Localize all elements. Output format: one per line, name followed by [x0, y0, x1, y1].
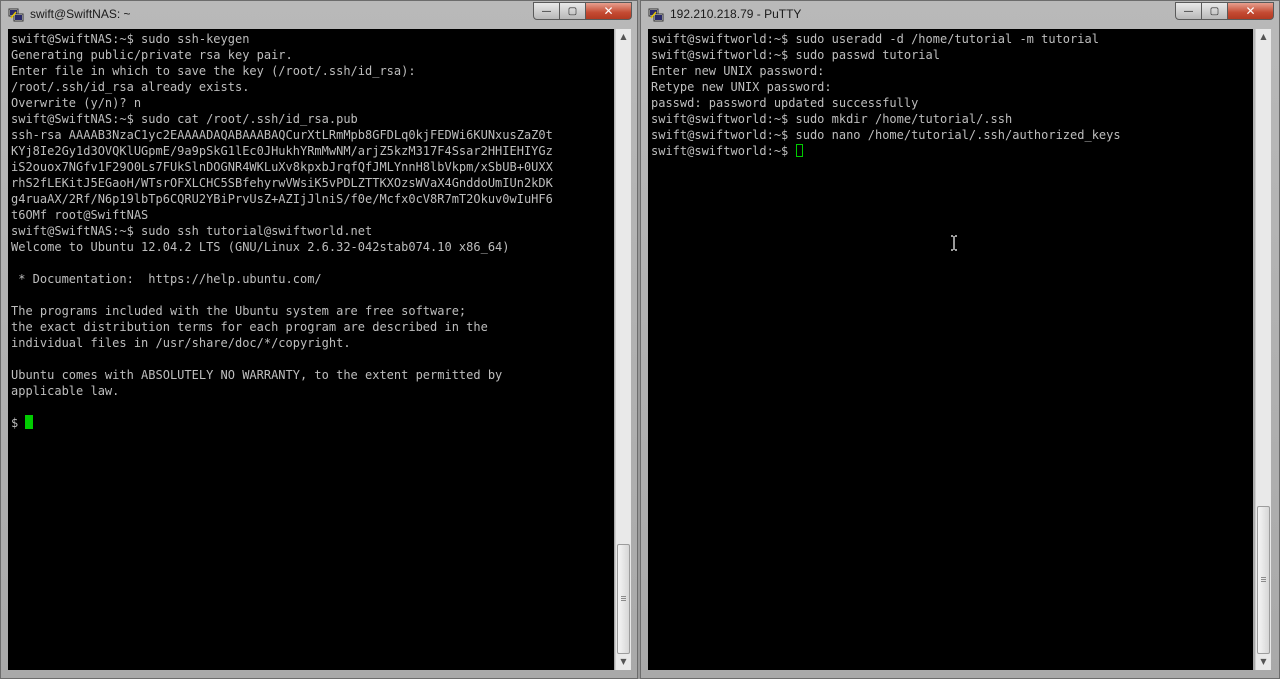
window-title: 192.210.218.79 - PuTTY	[670, 7, 802, 21]
terminal-line: Ubuntu comes with ABSOLUTELY NO WARRANTY…	[11, 368, 503, 382]
terminal-line: the exact distribution terms for each pr…	[11, 320, 488, 334]
terminal-line: Overwrite (y/n)? n	[11, 96, 142, 110]
putty-icon	[648, 8, 664, 22]
terminal-cursor	[25, 415, 34, 429]
putty-icon	[8, 8, 24, 22]
terminal-line: passwd: password updated successfully	[651, 96, 919, 110]
window-title: swift@SwiftNAS: ~	[30, 7, 131, 21]
title-bar[interactable]: swift@SwiftNAS: ~ — ▢ ✕	[1, 1, 637, 28]
grip-icon	[621, 596, 626, 602]
title-bar[interactable]: 192.210.218.79 - PuTTY — ▢ ✕	[641, 1, 1279, 28]
scroll-up-arrow-icon[interactable]: ▲	[1256, 29, 1271, 45]
maximize-button[interactable]: ▢	[1202, 2, 1228, 20]
terminal-line: swift@swiftworld:~$ sudo nano /home/tuto…	[651, 128, 1121, 142]
terminal-line: Generating public/private rsa key pair.	[11, 48, 293, 62]
terminal-area[interactable]: swift@swiftworld:~$ sudo useradd -d /hom…	[648, 29, 1253, 670]
terminal-prompt-line[interactable]: $	[11, 415, 614, 431]
minimize-button[interactable]: —	[1175, 2, 1202, 20]
terminal-line: iS2ouox7NGfv1F29O0Ls7FUkSlnDOGNR4WKLuXv8…	[11, 160, 553, 174]
terminal-line: swift@SwiftNAS:~$ sudo ssh tutorial@swif…	[11, 224, 373, 238]
minimize-button[interactable]: —	[533, 2, 560, 20]
terminal-line: g4ruaAX/2Rf/N6p19lbTp6CQRU2YBiPrvUsZ+AZI…	[11, 192, 553, 206]
window-controls: — ▢ ✕	[1175, 2, 1274, 20]
terminal-line: ssh-rsa AAAAB3NzaC1yc2EAAAADAQABAAABAQCu…	[11, 128, 553, 142]
terminal-line: swift@swiftworld:~$ sudo mkdir /home/tut…	[651, 112, 1013, 126]
scrollbar-thumb[interactable]	[1257, 506, 1270, 654]
terminal-line: * Documentation: https://help.ubuntu.com…	[11, 272, 322, 286]
grip-icon	[1261, 577, 1266, 583]
terminal-line: Welcome to Ubuntu 12.04.2 LTS (GNU/Linux…	[11, 240, 510, 254]
terminal-line: KYj8Ie2Gy1d3OVQKlUGpmE/9a9pSkG1lEc0JHukh…	[11, 144, 553, 158]
terminal-line: swift@SwiftNAS:~$ sudo ssh-keygen	[11, 32, 250, 46]
terminal-window-left[interactable]: swift@SwiftNAS: ~ — ▢ ✕ swift@SwiftNAS:~…	[0, 0, 638, 679]
vertical-scrollbar[interactable]: ▲ ▼	[1255, 29, 1271, 670]
terminal-line: individual files in /usr/share/doc/*/cop…	[11, 336, 351, 350]
terminal-line: /root/.ssh/id_rsa already exists.	[11, 80, 250, 94]
terminal-line: Enter new UNIX password:	[651, 64, 825, 78]
terminal-line: Enter file in which to save the key (/ro…	[11, 64, 416, 78]
scroll-up-arrow-icon[interactable]: ▲	[616, 29, 631, 45]
terminal-line: Retype new UNIX password:	[651, 80, 832, 94]
scroll-down-arrow-icon[interactable]: ▼	[1256, 654, 1271, 670]
text-cursor-icon	[951, 235, 957, 251]
prompt-text: $	[11, 416, 26, 430]
terminal-line: swift@swiftworld:~$ sudo useradd -d /hom…	[651, 32, 1099, 46]
maximize-button[interactable]: ▢	[560, 2, 586, 20]
terminal-window-right[interactable]: 192.210.218.79 - PuTTY — ▢ ✕ swift@swift…	[640, 0, 1280, 679]
terminal-line: swift@swiftworld:~$ sudo passwd tutorial	[651, 48, 940, 62]
terminal-line: t6OMf root@SwiftNAS	[11, 208, 149, 222]
terminal-output: swift@swiftworld:~$ sudo useradd -d /hom…	[651, 31, 1253, 159]
prompt-text: swift@swiftworld:~$	[651, 144, 796, 158]
terminal-line: rhS2fLEKitJ5EGaoH/WTsrOFXLCHC5SBfehyrwVW…	[11, 176, 553, 190]
close-button[interactable]: ✕	[586, 2, 632, 20]
terminal-prompt-line[interactable]: swift@swiftworld:~$	[651, 143, 1253, 159]
close-button[interactable]: ✕	[1228, 2, 1274, 20]
terminal-line: swift@SwiftNAS:~$ sudo cat /root/.ssh/id…	[11, 112, 358, 126]
scrollbar-thumb[interactable]	[617, 544, 630, 654]
vertical-scrollbar[interactable]: ▲ ▼	[615, 29, 631, 670]
terminal-output: swift@SwiftNAS:~$ sudo ssh-keygen Genera…	[11, 31, 614, 431]
terminal-line: applicable law.	[11, 384, 120, 398]
window-controls: — ▢ ✕	[533, 2, 632, 20]
terminal-cursor	[795, 144, 803, 157]
scroll-down-arrow-icon[interactable]: ▼	[616, 654, 631, 670]
terminal-line: The programs included with the Ubuntu sy…	[11, 304, 467, 318]
terminal-area[interactable]: swift@SwiftNAS:~$ sudo ssh-keygen Genera…	[8, 29, 614, 670]
